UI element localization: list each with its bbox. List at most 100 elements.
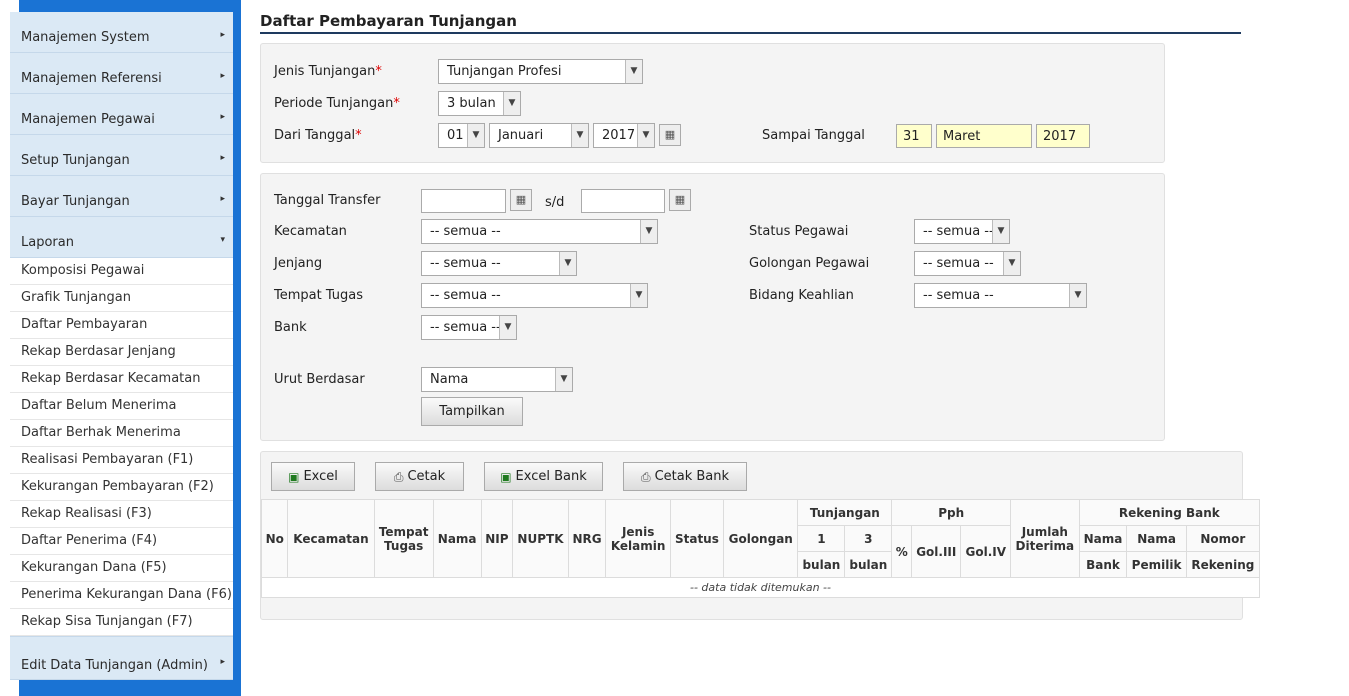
submenu-item[interactable]: Realisasi Pembayaran (F1) [10, 447, 233, 474]
col-pph-percent: % [891, 525, 913, 578]
col-nomor-rekening-2: Rekening [1185, 551, 1261, 578]
submenu-item[interactable]: Daftar Penerima (F4) [10, 528, 233, 555]
col-jumlah-diterima: Jumlah Diterima [1010, 499, 1080, 578]
dari-year-select[interactable]: 2017 ▼ [593, 123, 655, 148]
submenu-item[interactable]: Rekap Realisasi (F3) [10, 501, 233, 528]
tempat-tugas-label: Tempat Tugas [274, 288, 364, 303]
chevron-down-icon: ▼ [555, 368, 572, 391]
col-pph: Pph [891, 499, 1012, 526]
sampai-month-field: Maret [936, 124, 1032, 148]
cetak-bank-button[interactable]: ⎙ Cetak Bank [623, 462, 747, 491]
urut-select[interactable]: Nama ▼ [421, 367, 573, 392]
excel-bank-label: Excel Bank [515, 468, 587, 484]
menu-label: Edit Data Tunjangan (Admin) [21, 658, 208, 673]
col-tunjangan: Tunjangan [797, 499, 893, 526]
printer-icon: ⎙ [393, 469, 404, 484]
cetak-bank-label: Cetak Bank [654, 468, 730, 484]
menu-label: Manajemen Referensi [21, 71, 162, 86]
submenu-item[interactable]: Kekurangan Dana (F5) [10, 555, 233, 582]
chevron-down-icon: ▼ [571, 124, 588, 147]
arrow-right-icon: ▸ [220, 30, 225, 40]
excel-label: Excel [303, 468, 338, 484]
bidang-keahlian-select[interactable]: -- semua -- ▼ [914, 283, 1087, 308]
submenu-item[interactable]: Rekap Sisa Tunjangan (F7) [10, 609, 233, 636]
arrow-down-icon: ▾ [220, 235, 225, 245]
col-pph-gol3: Gol.III [911, 525, 962, 578]
col-nrg: NRG [567, 499, 607, 578]
col-nama-bank-1: Nama [1078, 525, 1128, 552]
menu-laporan[interactable]: Laporan ▾ [10, 217, 233, 258]
status-pegawai-select[interactable]: -- semua -- ▼ [914, 219, 1010, 244]
menu-manajemen-pegawai[interactable]: Manajemen Pegawai ▸ [10, 94, 233, 135]
tempat-tugas-select[interactable]: -- semua -- ▼ [421, 283, 648, 308]
jenis-select[interactable]: Tunjangan Profesi ▼ [438, 59, 643, 84]
periode-label: Periode Tunjangan* [274, 96, 400, 111]
chevron-down-icon: ▼ [637, 124, 654, 147]
chevron-down-icon: ▼ [503, 92, 520, 115]
transfer-from-field[interactable] [421, 189, 506, 213]
excel-button[interactable]: ▣ Excel [271, 462, 355, 491]
kecamatan-select[interactable]: -- semua -- ▼ [421, 219, 658, 244]
col-nama-pemilik-2: Pemilik [1126, 551, 1187, 578]
menu-edit-data-tunjangan[interactable]: Edit Data Tunjangan (Admin) ▸ [10, 636, 233, 680]
chevron-down-icon: ▼ [630, 284, 647, 307]
arrow-right-icon: ▸ [220, 153, 225, 163]
dari-day-select[interactable]: 01 ▼ [438, 123, 485, 148]
col-rekening-bank: Rekening Bank [1078, 499, 1261, 526]
excel-bank-button[interactable]: ▣ Excel Bank [484, 462, 603, 491]
col-pph-gol4: Gol.IV [960, 525, 1012, 578]
arrow-right-icon: ▸ [220, 71, 225, 81]
submenu-item[interactable]: Daftar Berhak Menerima [10, 420, 233, 447]
submenu-item[interactable]: Komposisi Pegawai [10, 258, 233, 285]
cetak-button[interactable]: ⎙ Cetak [375, 462, 464, 491]
submenu-item[interactable]: Kekurangan Pembayaran (F2) [10, 474, 233, 501]
bank-select[interactable]: -- semua -- ▼ [421, 315, 517, 340]
menu-manajemen-system[interactable]: Manajemen System ▸ [10, 12, 233, 53]
calendar-icon[interactable]: ▦ [669, 189, 691, 211]
empty-row: -- data tidak ditemukan -- [261, 577, 1260, 598]
menu-bayar-tunjangan[interactable]: Bayar Tunjangan ▸ [10, 176, 233, 217]
sampai-year-field: 2017 [1036, 124, 1090, 148]
arrow-right-icon: ▸ [220, 112, 225, 122]
periode-select[interactable]: 3 bulan ▼ [438, 91, 521, 116]
arrow-right-icon: ▸ [220, 194, 225, 204]
col-tunjangan-1-unit: bulan [797, 551, 846, 578]
transfer-to-field[interactable] [581, 189, 665, 213]
col-nuptk: NUPTK [512, 499, 569, 578]
submenu-item[interactable]: Penerima Kekurangan Dana (F6) [10, 582, 233, 609]
page-title: Daftar Pembayaran Tunjangan [260, 12, 1241, 34]
menu-label: Laporan [21, 235, 74, 250]
golongan-pegawai-select[interactable]: -- semua -- ▼ [914, 251, 1021, 276]
col-tunjangan-1: 1 [797, 525, 846, 552]
sampai-label: Sampai Tanggal [762, 128, 865, 143]
status-pegawai-label: Status Pegawai [749, 224, 849, 239]
col-golongan: Golongan [723, 499, 799, 578]
bidang-keahlian-label: Bidang Keahlian [749, 288, 854, 303]
col-tunjangan-3: 3 [844, 525, 893, 552]
submenu-item[interactable]: Daftar Pembayaran [10, 312, 233, 339]
submenu-item[interactable]: Grafik Tunjangan [10, 285, 233, 312]
col-no: No [260, 499, 289, 578]
sd-label: s/d [545, 195, 565, 210]
submenu-item[interactable]: Rekap Berdasar Jenjang [10, 339, 233, 366]
menu-manajemen-referensi[interactable]: Manajemen Referensi ▸ [10, 53, 233, 94]
excel-icon: ▣ [500, 469, 512, 484]
col-tempat-tugas: Tempat Tugas [373, 499, 434, 578]
menu-setup-tunjangan[interactable]: Setup Tunjangan ▸ [10, 135, 233, 176]
sidebar-menu: Manajemen System ▸ Manajemen Referensi ▸ M… [10, 12, 233, 680]
golongan-pegawai-label: Golongan Pegawai [749, 256, 870, 271]
jenjang-select[interactable]: -- semua -- ▼ [421, 251, 577, 276]
chevron-down-icon: ▼ [625, 60, 642, 83]
col-nip: NIP [480, 499, 514, 578]
tampilkan-button[interactable]: Tampilkan [421, 397, 523, 426]
col-nama-bank-2: Bank [1078, 551, 1128, 578]
col-nomor-rekening-1: Nomor [1185, 525, 1261, 552]
col-jenis-kelamin: Jenis Kelamin [605, 499, 671, 578]
calendar-icon[interactable]: ▦ [659, 124, 681, 146]
sampai-day-field: 31 [896, 124, 932, 148]
submenu-item[interactable]: Daftar Belum Menerima [10, 393, 233, 420]
urut-label: Urut Berdasar [274, 372, 365, 387]
dari-month-select[interactable]: Januari ▼ [489, 123, 589, 148]
calendar-icon[interactable]: ▦ [510, 189, 532, 211]
submenu-item[interactable]: Rekap Berdasar Kecamatan [10, 366, 233, 393]
